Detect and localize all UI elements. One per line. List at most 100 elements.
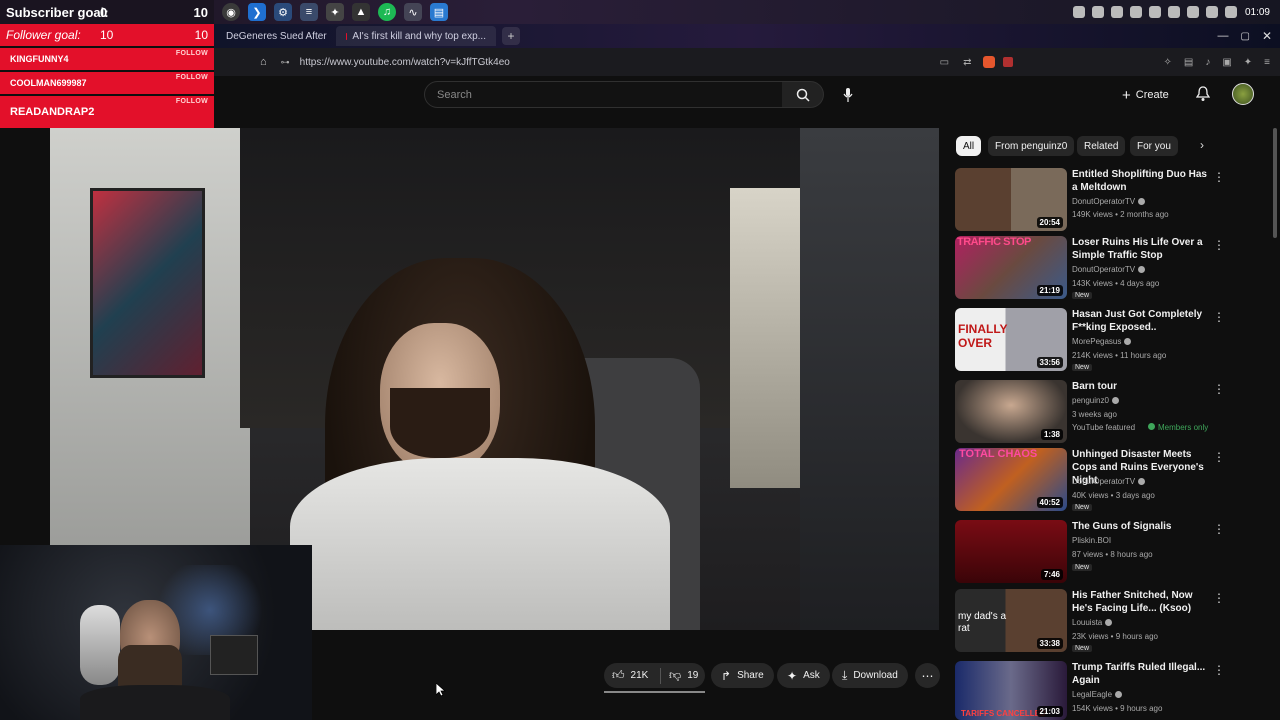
recommendation-item[interactable]: TARIFFS CANCELLED 21:03 Trump Tariffs Ru… xyxy=(955,661,1270,720)
members-label: Members only xyxy=(1158,423,1209,432)
recommendation-channel[interactable]: DonutOperatorTV xyxy=(1072,477,1146,486)
chips-next-button[interactable]: › xyxy=(1200,138,1204,152)
avatar[interactable] xyxy=(1232,83,1254,105)
sidebar-icon[interactable]: ▤ xyxy=(1184,57,1193,68)
chip-from-penguinz0[interactable]: From penguinz0 xyxy=(988,136,1075,156)
like-dislike-group: 👍︎ 21K 👎︎ 19 xyxy=(604,663,705,688)
recommendation-thumbnail[interactable]: 20:54 xyxy=(955,168,1067,231)
recommendation-channel[interactable]: Louuista xyxy=(1072,618,1113,627)
download-label: Download xyxy=(853,670,898,681)
arrow-app-icon[interactable]: ▲ xyxy=(352,3,370,21)
brave-shield-icon[interactable] xyxy=(983,56,996,68)
create-button[interactable]: + Create xyxy=(1122,84,1169,106)
recommendation-title[interactable]: The Guns of Signalis xyxy=(1072,520,1208,533)
spotify-icon[interactable]: ♫ xyxy=(378,3,396,21)
recommendation-channel[interactable]: Pliskin.BOI xyxy=(1072,536,1111,545)
search-button[interactable] xyxy=(782,81,824,108)
extension-icon[interactable]: ✧ xyxy=(1163,57,1171,68)
recommendation-item[interactable]: 7:46 The Guns of Signalis Pliskin.BOI 87… xyxy=(955,520,1270,584)
music-ext-icon[interactable]: ♪ xyxy=(1205,57,1210,68)
recommendation-title[interactable]: Trump Tariffs Ruled Illegal... Again xyxy=(1072,661,1208,687)
recommendation-thumbnail[interactable]: 7:46 xyxy=(955,520,1067,583)
tray-settings-icon[interactable] xyxy=(1129,6,1142,18)
recommendation-thumbnail[interactable]: TOTAL CHAOS 40:52 xyxy=(955,448,1067,511)
app-icon[interactable]: ≡ xyxy=(300,3,318,21)
recommendation-item[interactable]: TRAFFIC STOP 21:19 Loser Ruins His Life … xyxy=(955,236,1270,300)
steam-icon[interactable]: ⚙ xyxy=(274,3,292,21)
more-options-icon[interactable]: ⋮ xyxy=(1213,522,1225,536)
more-options-icon[interactable]: ⋮ xyxy=(1213,382,1225,396)
close-window-icon[interactable]: ✕ xyxy=(1262,29,1272,43)
search-input[interactable]: Search xyxy=(424,81,783,108)
notifications-button[interactable] xyxy=(1195,86,1211,107)
voice-search-button[interactable] xyxy=(840,86,856,104)
more-options-icon[interactable]: ⋮ xyxy=(1213,310,1225,324)
document-icon[interactable]: ▤ xyxy=(430,3,448,21)
more-options-icon[interactable]: ⋮ xyxy=(1213,591,1225,605)
screen-icon[interactable]: ▭ xyxy=(940,57,949,68)
vscode-icon[interactable]: ❯ xyxy=(248,3,266,21)
bookmark-icon[interactable]: ⌂ xyxy=(260,56,267,68)
video-duration: 21:19 xyxy=(1036,285,1063,296)
recommendation-channel[interactable]: DonutOperatorTV xyxy=(1072,265,1146,274)
chip-all[interactable]: All xyxy=(956,136,982,156)
site-settings-icon[interactable]: ⊶ xyxy=(281,57,290,68)
tray-monitor-icon[interactable] xyxy=(1167,6,1180,18)
tray-network-icon[interactable] xyxy=(1091,6,1104,18)
chip-related[interactable]: Related xyxy=(1077,136,1126,156)
url-field[interactable]: https://www.youtube.com/watch?v=kJffTGtk… xyxy=(300,57,510,68)
tray-display-icon[interactable] xyxy=(1148,6,1161,18)
more-options-icon[interactable]: ⋮ xyxy=(1213,238,1225,252)
like-button[interactable]: 👍︎ 21K xyxy=(604,668,660,683)
follower-name: COOLMAN699987 xyxy=(10,78,87,88)
tray-volume-icon[interactable] xyxy=(1205,6,1218,18)
recommendation-thumbnail[interactable]: TRAFFIC STOP 21:19 xyxy=(955,236,1067,299)
tray-music-icon[interactable] xyxy=(1186,6,1199,18)
recommendation-thumbnail[interactable]: my dad's a rat 33:38 xyxy=(955,589,1067,652)
recommendation-channel[interactable]: LegalEagle xyxy=(1072,690,1123,699)
recommendation-title[interactable]: Hasan Just Got Completely F**king Expose… xyxy=(1072,308,1208,334)
game-icon[interactable]: ✦ xyxy=(326,3,344,21)
recommendation-item[interactable]: 1:38 Barn tour penguinz0 3 weeks ago You… xyxy=(955,380,1270,444)
recommendation-thumbnail[interactable]: TARIFFS CANCELLED 21:03 xyxy=(955,661,1067,720)
tab-ai-first-kill[interactable]: AI's first kill and why top exp... xyxy=(336,26,496,46)
recommendation-thumbnail[interactable]: 1:38 xyxy=(955,380,1067,443)
recommendation-item[interactable]: my dad's a rat 33:38 His Father Snitched… xyxy=(955,589,1270,653)
tab-degeneres[interactable]: DeGeneres Sued After xyxy=(216,26,334,46)
wallet-icon[interactable]: ▣ xyxy=(1222,57,1231,68)
tab-label: DeGeneres Sued After xyxy=(226,30,327,42)
tray-battery-icon[interactable] xyxy=(1224,6,1237,18)
maximize-icon[interactable]: ▢ xyxy=(1240,31,1249,42)
recommendation-channel[interactable]: DonutOperatorTV xyxy=(1072,197,1146,206)
more-options-icon[interactable]: ⋮ xyxy=(1213,170,1225,184)
new-tab-button[interactable]: + xyxy=(502,27,520,45)
recommendation-item[interactable]: 20:54 Entitled Shoplifting Duo Has a Mel… xyxy=(955,168,1270,232)
recommendation-thumbnail[interactable]: FINALLY OVER 33:56 xyxy=(955,308,1067,371)
recommendation-channel[interactable]: MorePegasus xyxy=(1072,337,1132,346)
recommendation-channel[interactable]: penguinz0 xyxy=(1072,396,1119,405)
download-button[interactable]: ⤓ Download xyxy=(832,663,908,688)
tray-shield-icon[interactable] xyxy=(1110,6,1123,18)
menu-icon[interactable]: ≡ xyxy=(1264,57,1270,68)
more-options-icon[interactable]: ⋮ xyxy=(1213,663,1225,677)
ai-icon[interactable]: ✦ xyxy=(1244,57,1252,68)
dislike-button[interactable]: 👎︎ 19 xyxy=(661,668,698,683)
recommendation-item[interactable]: FINALLY OVER 33:56 Hasan Just Got Comple… xyxy=(955,308,1270,372)
share-icon[interactable]: ⇄ xyxy=(963,57,971,68)
recommendation-title[interactable]: His Father Snitched, Now He's Facing Lif… xyxy=(1072,589,1208,615)
page-scrollbar[interactable] xyxy=(1273,128,1277,238)
terminal-icon[interactable]: ∿ xyxy=(404,3,422,21)
chip-for-you[interactable]: For you xyxy=(1130,136,1178,156)
obs-icon[interactable]: ◉ xyxy=(222,3,240,21)
tray-pen-icon[interactable] xyxy=(1072,6,1085,18)
recommendation-title[interactable]: Entitled Shoplifting Duo Has a Meltdown xyxy=(1072,168,1208,194)
minimize-icon[interactable]: — xyxy=(1217,30,1228,42)
recommendation-title[interactable]: Barn tour xyxy=(1072,380,1208,393)
more-actions-button[interactable]: ⋯ xyxy=(915,663,940,688)
more-options-icon[interactable]: ⋮ xyxy=(1213,450,1225,464)
recommendation-item[interactable]: TOTAL CHAOS 40:52 Unhinged Disaster Meet… xyxy=(955,448,1270,512)
share-button[interactable]: ↱ Share xyxy=(711,663,774,688)
recommendation-title[interactable]: Loser Ruins His Life Over a Simple Traff… xyxy=(1072,236,1208,262)
ask-button[interactable]: ✦ Ask xyxy=(777,663,830,688)
brave-rewards-icon[interactable] xyxy=(1003,57,1014,67)
